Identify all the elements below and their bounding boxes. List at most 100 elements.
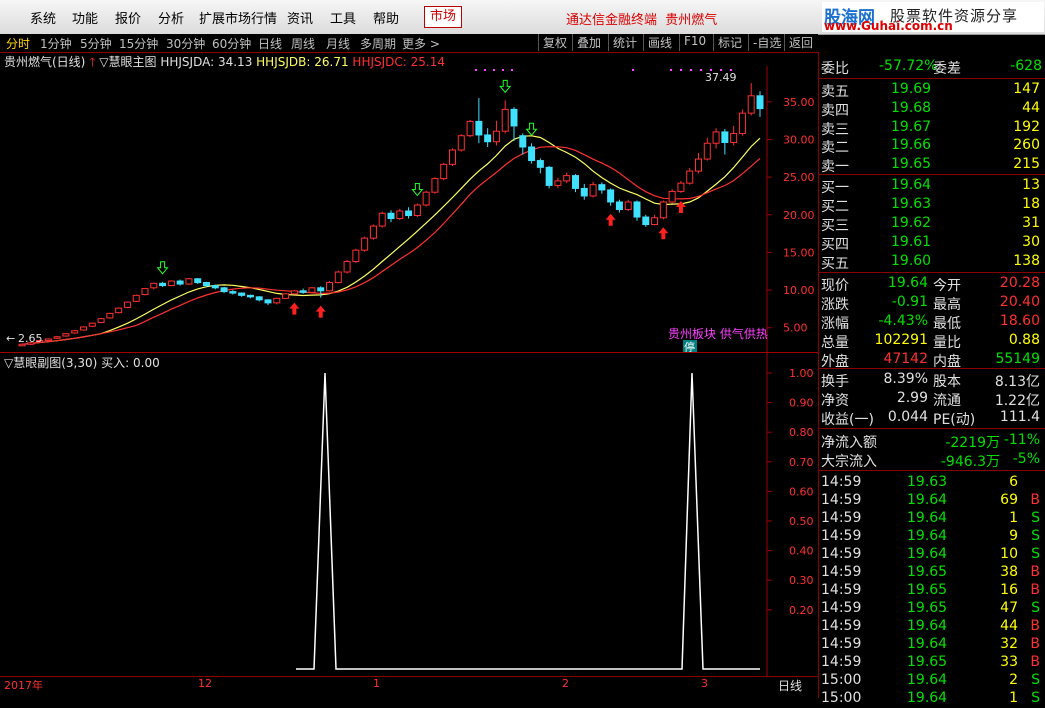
- buy-arrow-icon: [658, 227, 669, 240]
- tool-adjust[interactable]: 复权: [538, 34, 567, 51]
- candle-body: [642, 216, 650, 226]
- candle-body: [299, 290, 307, 293]
- menu-quote[interactable]: 报价: [115, 8, 141, 27]
- candle-body: [572, 175, 579, 189]
- tick-row: 14:59 19.64 10 S: [821, 546, 1040, 562]
- tool-stats[interactable]: 统计: [608, 34, 637, 51]
- candle-body: [405, 210, 413, 217]
- sub-indicator-chart[interactable]: ▽慧眼副图(3,30) 买入: 0.00 1.00 0.90 0.80 0.70 0.6…: [0, 353, 818, 676]
- candle-body: [378, 212, 386, 227]
- date-label-12: 12: [198, 677, 212, 690]
- stat-row: 涨幅 -4.43% 最低 18.60: [821, 313, 1040, 332]
- candle-body: [220, 287, 228, 293]
- price-tick-label: 5.00: [783, 322, 808, 335]
- bottom-tabs: [0, 690, 818, 698]
- signal-dot: [484, 69, 486, 71]
- candle-body: [440, 163, 448, 180]
- candle-body: [624, 201, 632, 211]
- candle-body: [88, 322, 96, 327]
- period-monthly[interactable]: 月线: [326, 35, 350, 52]
- period-daily[interactable]: 日线: [258, 35, 282, 52]
- menu-extended-market[interactable]: 扩展市场行情: [199, 8, 277, 27]
- candle-body: [536, 160, 544, 168]
- candle-body: [369, 225, 377, 239]
- ask-row: 卖四 19.68 44: [821, 99, 1040, 119]
- candle-body: [554, 180, 562, 186]
- candle-body: [62, 333, 70, 337]
- tool-f10[interactable]: F10: [679, 34, 706, 51]
- tool-watchlist[interactable]: -自选: [748, 34, 781, 51]
- candle-body: [53, 336, 61, 339]
- period-weekly[interactable]: 周线: [291, 35, 315, 52]
- tool-draw[interactable]: 画线: [643, 34, 672, 51]
- candle-body: [273, 297, 281, 304]
- candle-body: [449, 149, 456, 165]
- candle-body: [80, 326, 87, 331]
- tick-row: 15:00 19.64 2 S: [821, 672, 1040, 688]
- sell-arrow-icon: [499, 79, 512, 94]
- ask-row: 卖五 19.69 147: [821, 81, 1040, 100]
- tool-back[interactable]: 返回: [784, 34, 813, 51]
- period-multi[interactable]: 多周期: [360, 35, 396, 52]
- kline-canvas: 35.00 30.00 25.00 20.00 15.00 10.00 5.00 37.49…: [6, 66, 815, 352]
- tool-mark[interactable]: 标记: [713, 34, 742, 51]
- period-15min[interactable]: 15分钟: [119, 35, 158, 52]
- bid-row: 买一 19.64 13: [821, 177, 1040, 196]
- menu-analysis[interactable]: 分析: [158, 8, 184, 27]
- tick-row: 14:59 19.64 9 S: [821, 528, 1040, 544]
- sub-canvas: 1.00 0.90 0.80 0.70 0.60 0.50 0.40 0.30 0.20: [296, 353, 814, 676]
- candle-body: [115, 307, 123, 314]
- date-label-1: 1: [373, 677, 380, 690]
- date-axis: 2017年 12 1 2 3 日线: [0, 676, 818, 693]
- candle-body: [229, 291, 237, 294]
- candle-body: [615, 201, 623, 211]
- candle-body: [747, 95, 755, 114]
- tick-row: 14:59 19.65 38 B: [821, 564, 1040, 580]
- price-tick-label: 10.00: [783, 284, 815, 297]
- menu-system[interactable]: 系统: [30, 8, 56, 27]
- period-60min[interactable]: 60分钟: [212, 35, 251, 52]
- candle-body: [317, 287, 325, 292]
- buy-signal-line: [296, 372, 760, 670]
- candle-body: [730, 132, 738, 143]
- candle-body: [123, 301, 131, 308]
- tool-overlay[interactable]: 叠加: [572, 34, 601, 51]
- candle-body: [545, 166, 553, 186]
- tick-row: 14:59 19.65 16 B: [821, 582, 1040, 598]
- sub-tick-label: 1.00: [789, 367, 814, 380]
- market-button[interactable]: 市场: [424, 6, 462, 28]
- period-1min[interactable]: 1分钟: [40, 35, 72, 52]
- period-more[interactable]: 更多 >: [402, 35, 440, 52]
- menu-info[interactable]: 资讯: [287, 8, 313, 27]
- sub-tick-label: 0.20: [789, 604, 814, 617]
- candle-body: [71, 330, 79, 334]
- signal-dot: [493, 69, 495, 71]
- fundamental-row: 收益(一) 0.044 PE(动) 111.4: [821, 409, 1040, 428]
- sub-tick-label: 0.50: [789, 515, 814, 528]
- candle-body: [106, 312, 114, 319]
- ma-line-slow: [21, 146, 761, 345]
- price-tick-label: 20.00: [783, 209, 815, 222]
- high-price-label: 37.49: [705, 71, 737, 84]
- period-intraday[interactable]: 分时: [6, 35, 30, 52]
- price-tick-label: 15.00: [783, 246, 815, 259]
- candle-body: [431, 178, 439, 193]
- candle-body: [308, 287, 316, 293]
- candle-body: [159, 282, 167, 287]
- kline-chart[interactable]: 贵州燃气(日线) 🡑 ▽慧眼主图 HHJSJDA: 34.13 HHJSJDB:…: [0, 52, 818, 352]
- candle-body: [282, 293, 290, 299]
- price-tick-label: 30.00: [783, 133, 815, 146]
- period-30min[interactable]: 30分钟: [166, 35, 205, 52]
- candle-body: [659, 201, 667, 219]
- bid-row: 买三 19.62 31: [821, 215, 1040, 234]
- candle-body: [457, 135, 465, 151]
- menu-help[interactable]: 帮助: [373, 8, 399, 27]
- candle-body: [334, 271, 342, 284]
- menu-function[interactable]: 功能: [72, 8, 98, 27]
- tick-row: 15:00 19.64 1 S: [821, 690, 1040, 706]
- menu-tools[interactable]: 工具: [330, 8, 356, 27]
- price-tick-label: 25.00: [783, 171, 815, 184]
- candle-body: [396, 210, 404, 220]
- period-5min[interactable]: 5分钟: [80, 35, 112, 52]
- date-label-2: 2: [562, 677, 569, 690]
